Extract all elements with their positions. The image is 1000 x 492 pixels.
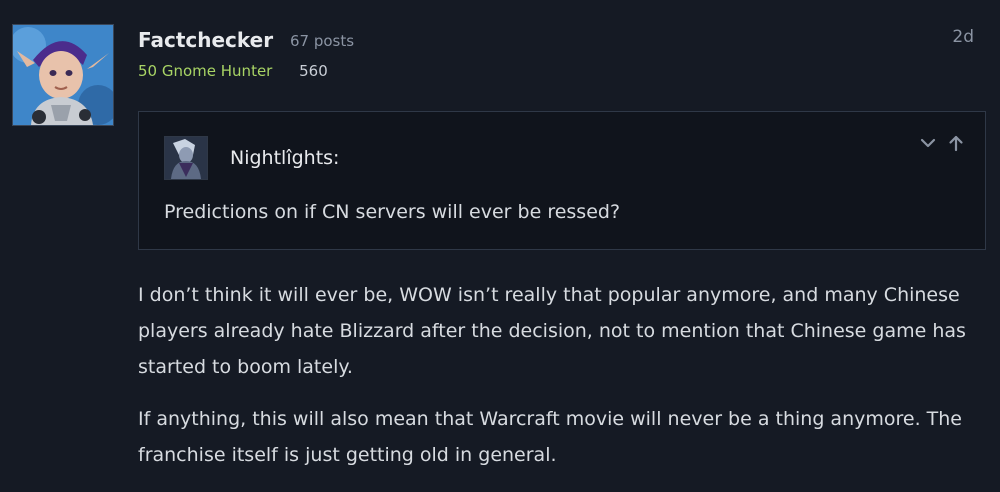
gnome-hunter-avatar-icon (13, 25, 113, 125)
author-name[interactable]: Factchecker (138, 28, 273, 52)
forum-post: Factchecker 67 posts 50 Gnome Hunter 560… (0, 0, 1000, 492)
quote-username[interactable]: Nightlîghts: (230, 147, 339, 169)
quote-text: Predictions on if CN servers will ever b… (164, 201, 621, 223)
post-age[interactable]: 2d (952, 27, 974, 47)
character-info: 50 Gnome Hunter 560 (138, 62, 328, 80)
post-paragraph: I don’t think it will ever be, WOW isn’t… (138, 284, 966, 378)
author-avatar[interactable] (12, 24, 114, 126)
nightlights-avatar-icon (165, 137, 207, 179)
quote-block: Nightlîghts: Predictions on if CN server… (138, 111, 986, 250)
quote-avatar[interactable] (164, 136, 208, 180)
post-count: 67 posts (290, 32, 355, 50)
chevron-down-icon[interactable] (919, 134, 937, 152)
post-body: I don’t think it will ever be, WOW isn’t… (138, 277, 988, 489)
character-score: 560 (299, 62, 328, 80)
arrow-up-icon[interactable] (947, 134, 965, 152)
post-paragraph: If anything, this will also mean that Wa… (138, 408, 962, 466)
quote-controls (919, 134, 965, 152)
author-info: Factchecker 67 posts (138, 28, 354, 52)
character-class[interactable]: 50 Gnome Hunter (138, 62, 272, 80)
